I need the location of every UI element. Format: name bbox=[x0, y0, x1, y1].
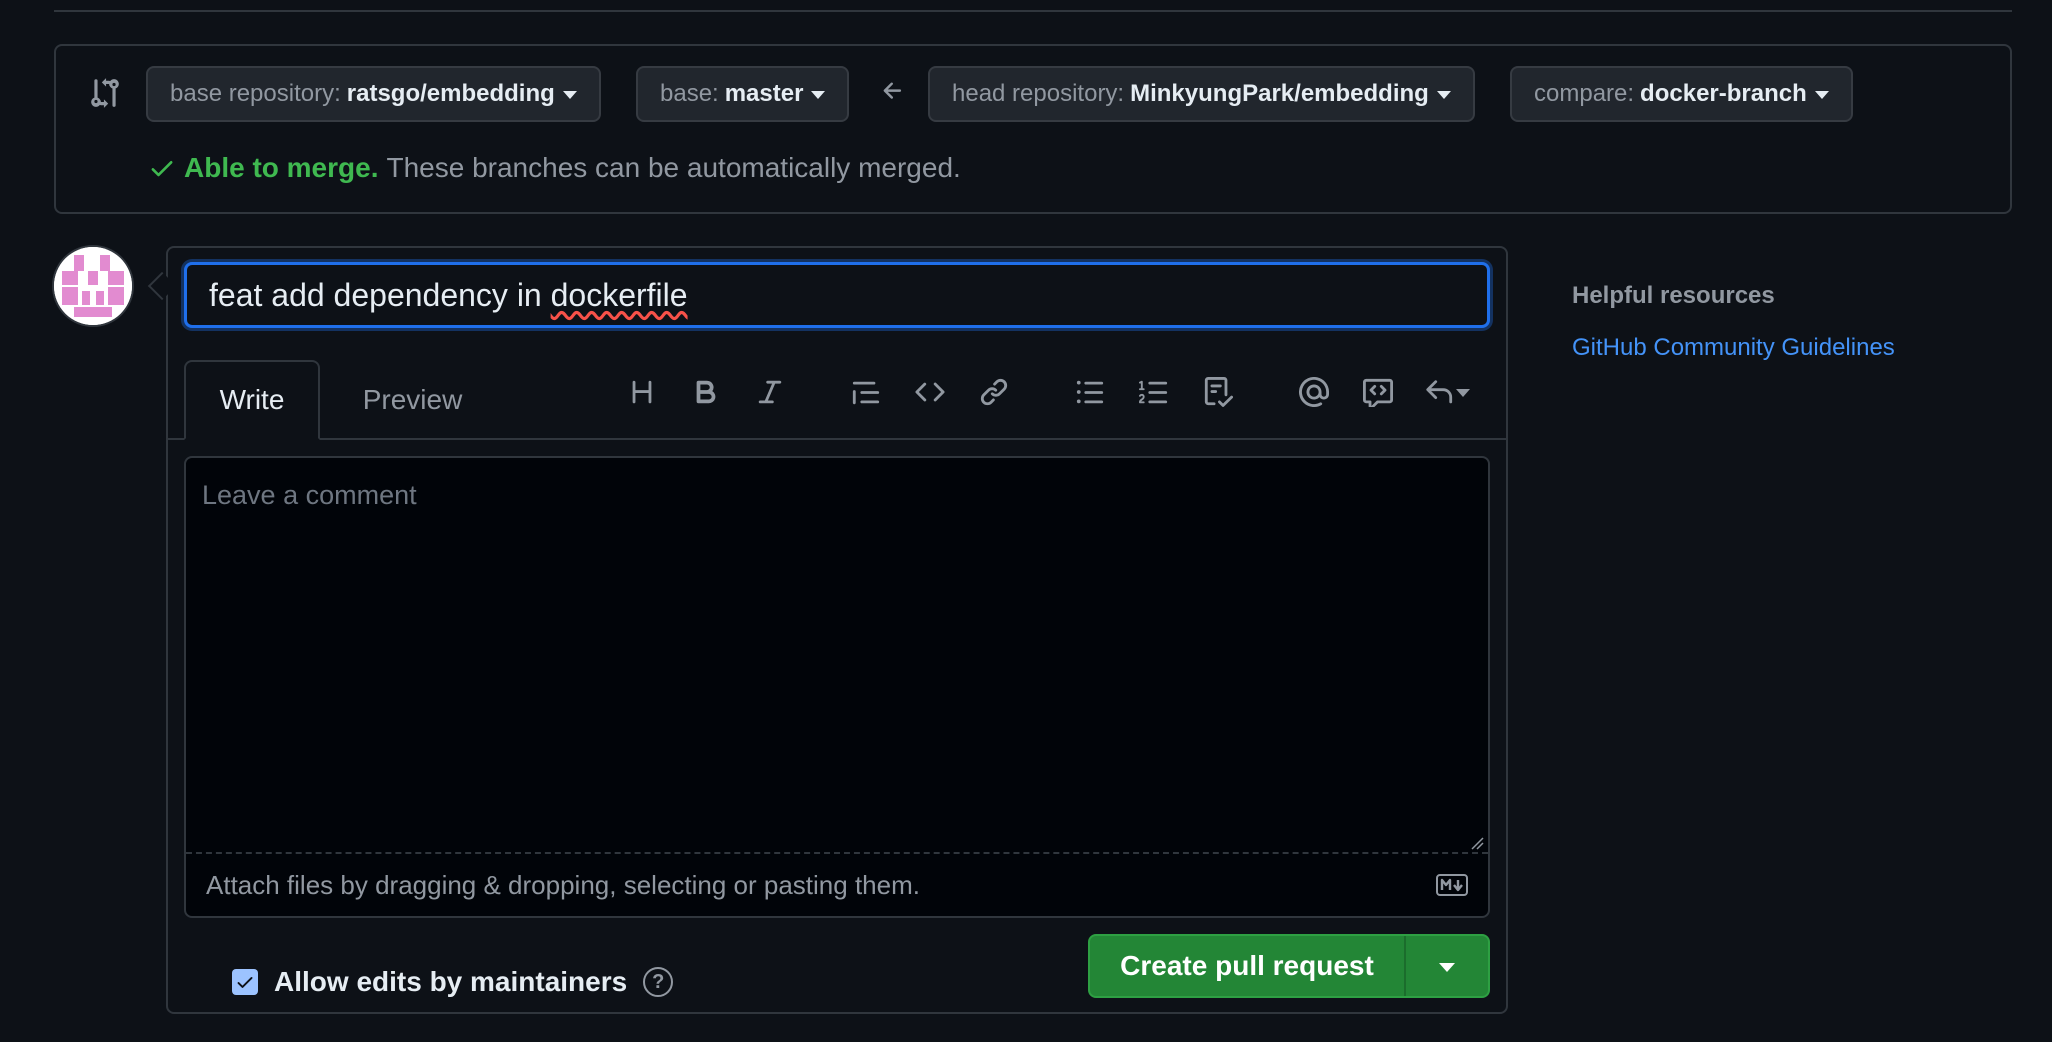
compare-branch-key: compare: bbox=[1534, 80, 1635, 107]
top-divider bbox=[54, 10, 2012, 12]
base-repository-key: base repository: bbox=[170, 80, 341, 107]
quote-button[interactable] bbox=[848, 374, 884, 410]
avatar[interactable] bbox=[52, 245, 134, 327]
numbered-list-icon bbox=[1139, 380, 1168, 404]
task-list-icon bbox=[1204, 377, 1233, 407]
compare-branch-select[interactable]: compare: docker-branch bbox=[1510, 66, 1853, 122]
reference-icon bbox=[1363, 378, 1393, 407]
link-icon bbox=[980, 378, 1008, 406]
saved-replies-button[interactable] bbox=[1424, 374, 1480, 410]
bulleted-list-button[interactable] bbox=[1072, 374, 1108, 410]
italic-icon bbox=[758, 380, 782, 404]
chevron-down-icon bbox=[1439, 962, 1455, 972]
attach-files-hint[interactable]: Attach files by dragging & dropping, sel… bbox=[206, 870, 920, 901]
base-branch-value: master bbox=[724, 80, 804, 107]
italic-button[interactable] bbox=[752, 374, 788, 410]
help-icon[interactable]: ? bbox=[643, 967, 674, 997]
create-options-dropdown[interactable] bbox=[1404, 936, 1488, 996]
check-icon bbox=[237, 977, 253, 988]
title-text: feat add dependency in bbox=[209, 277, 551, 313]
reference-button[interactable] bbox=[1360, 374, 1396, 410]
quote-icon bbox=[852, 381, 880, 405]
head-repository-select[interactable]: head repository: MinkyungPark/embedding bbox=[928, 66, 1475, 122]
check-icon bbox=[151, 161, 173, 177]
mention-icon bbox=[1299, 377, 1329, 407]
merge-status: Able to merge. These branches can be aut… bbox=[148, 152, 961, 184]
merge-status-description: These branches can be automatically merg… bbox=[386, 152, 961, 183]
merge-status-ok: Able to merge. bbox=[184, 152, 379, 183]
bulleted-list-icon bbox=[1076, 380, 1104, 404]
link-button[interactable] bbox=[976, 374, 1012, 410]
comment-textarea[interactable] bbox=[184, 456, 1490, 918]
allow-edits-checkbox[interactable] bbox=[232, 969, 258, 995]
compare-branches-icon bbox=[91, 78, 119, 108]
community-guidelines-link[interactable]: GitHub Community Guidelines bbox=[1572, 334, 1895, 362]
task-list-button[interactable] bbox=[1200, 374, 1236, 410]
tab-preview[interactable]: Preview bbox=[340, 360, 485, 440]
create-pull-request-button[interactable]: Create pull request bbox=[1090, 936, 1404, 996]
heading-button[interactable] bbox=[624, 374, 660, 410]
chevron-down-icon bbox=[1436, 91, 1451, 99]
create-pull-request-button-group: Create pull request bbox=[1088, 934, 1490, 998]
numbered-list-button[interactable] bbox=[1136, 374, 1172, 410]
bold-button[interactable] bbox=[688, 374, 724, 410]
attach-divider bbox=[186, 852, 1488, 854]
compare-branch-value: docker-branch bbox=[1640, 80, 1807, 107]
helpful-resources-heading: Helpful resources bbox=[1572, 282, 1775, 309]
mention-button[interactable] bbox=[1296, 374, 1332, 410]
allow-edits-label[interactable]: Allow edits by maintainers bbox=[274, 966, 627, 998]
head-repository-key: head repository: bbox=[952, 80, 1125, 107]
arrow-left-icon bbox=[883, 82, 902, 99]
chevron-down-icon bbox=[811, 91, 826, 99]
base-repository-value: ratsgo/embedding bbox=[346, 80, 555, 107]
base-repository-select[interactable]: base repository: ratsgo/embedding bbox=[146, 66, 601, 122]
bold-icon bbox=[696, 380, 716, 404]
identicon-icon bbox=[54, 247, 132, 325]
base-branch-select[interactable]: base: master bbox=[636, 66, 850, 122]
heading-icon bbox=[632, 380, 652, 404]
chevron-down-icon bbox=[1814, 91, 1829, 99]
code-button[interactable] bbox=[912, 374, 948, 410]
saved-replies-icon bbox=[1426, 380, 1453, 404]
title-input[interactable]: feat add dependency in dockerfile bbox=[184, 262, 1490, 328]
base-branch-key: base: bbox=[660, 80, 719, 107]
chevron-down-icon bbox=[1456, 389, 1470, 397]
allow-edits-row: Allow edits by maintainers ? bbox=[232, 966, 674, 998]
head-repository-value: MinkyungPark/embedding bbox=[1130, 80, 1429, 107]
markdown-icon[interactable] bbox=[1436, 874, 1468, 896]
title-misspelled-word: dockerfile bbox=[550, 277, 688, 313]
resize-handle-icon[interactable] bbox=[1470, 836, 1484, 850]
chevron-down-icon bbox=[562, 91, 577, 99]
comment-placeholder: Leave a comment bbox=[202, 480, 417, 510]
tab-write[interactable]: Write bbox=[184, 360, 320, 440]
code-icon bbox=[915, 382, 945, 402]
